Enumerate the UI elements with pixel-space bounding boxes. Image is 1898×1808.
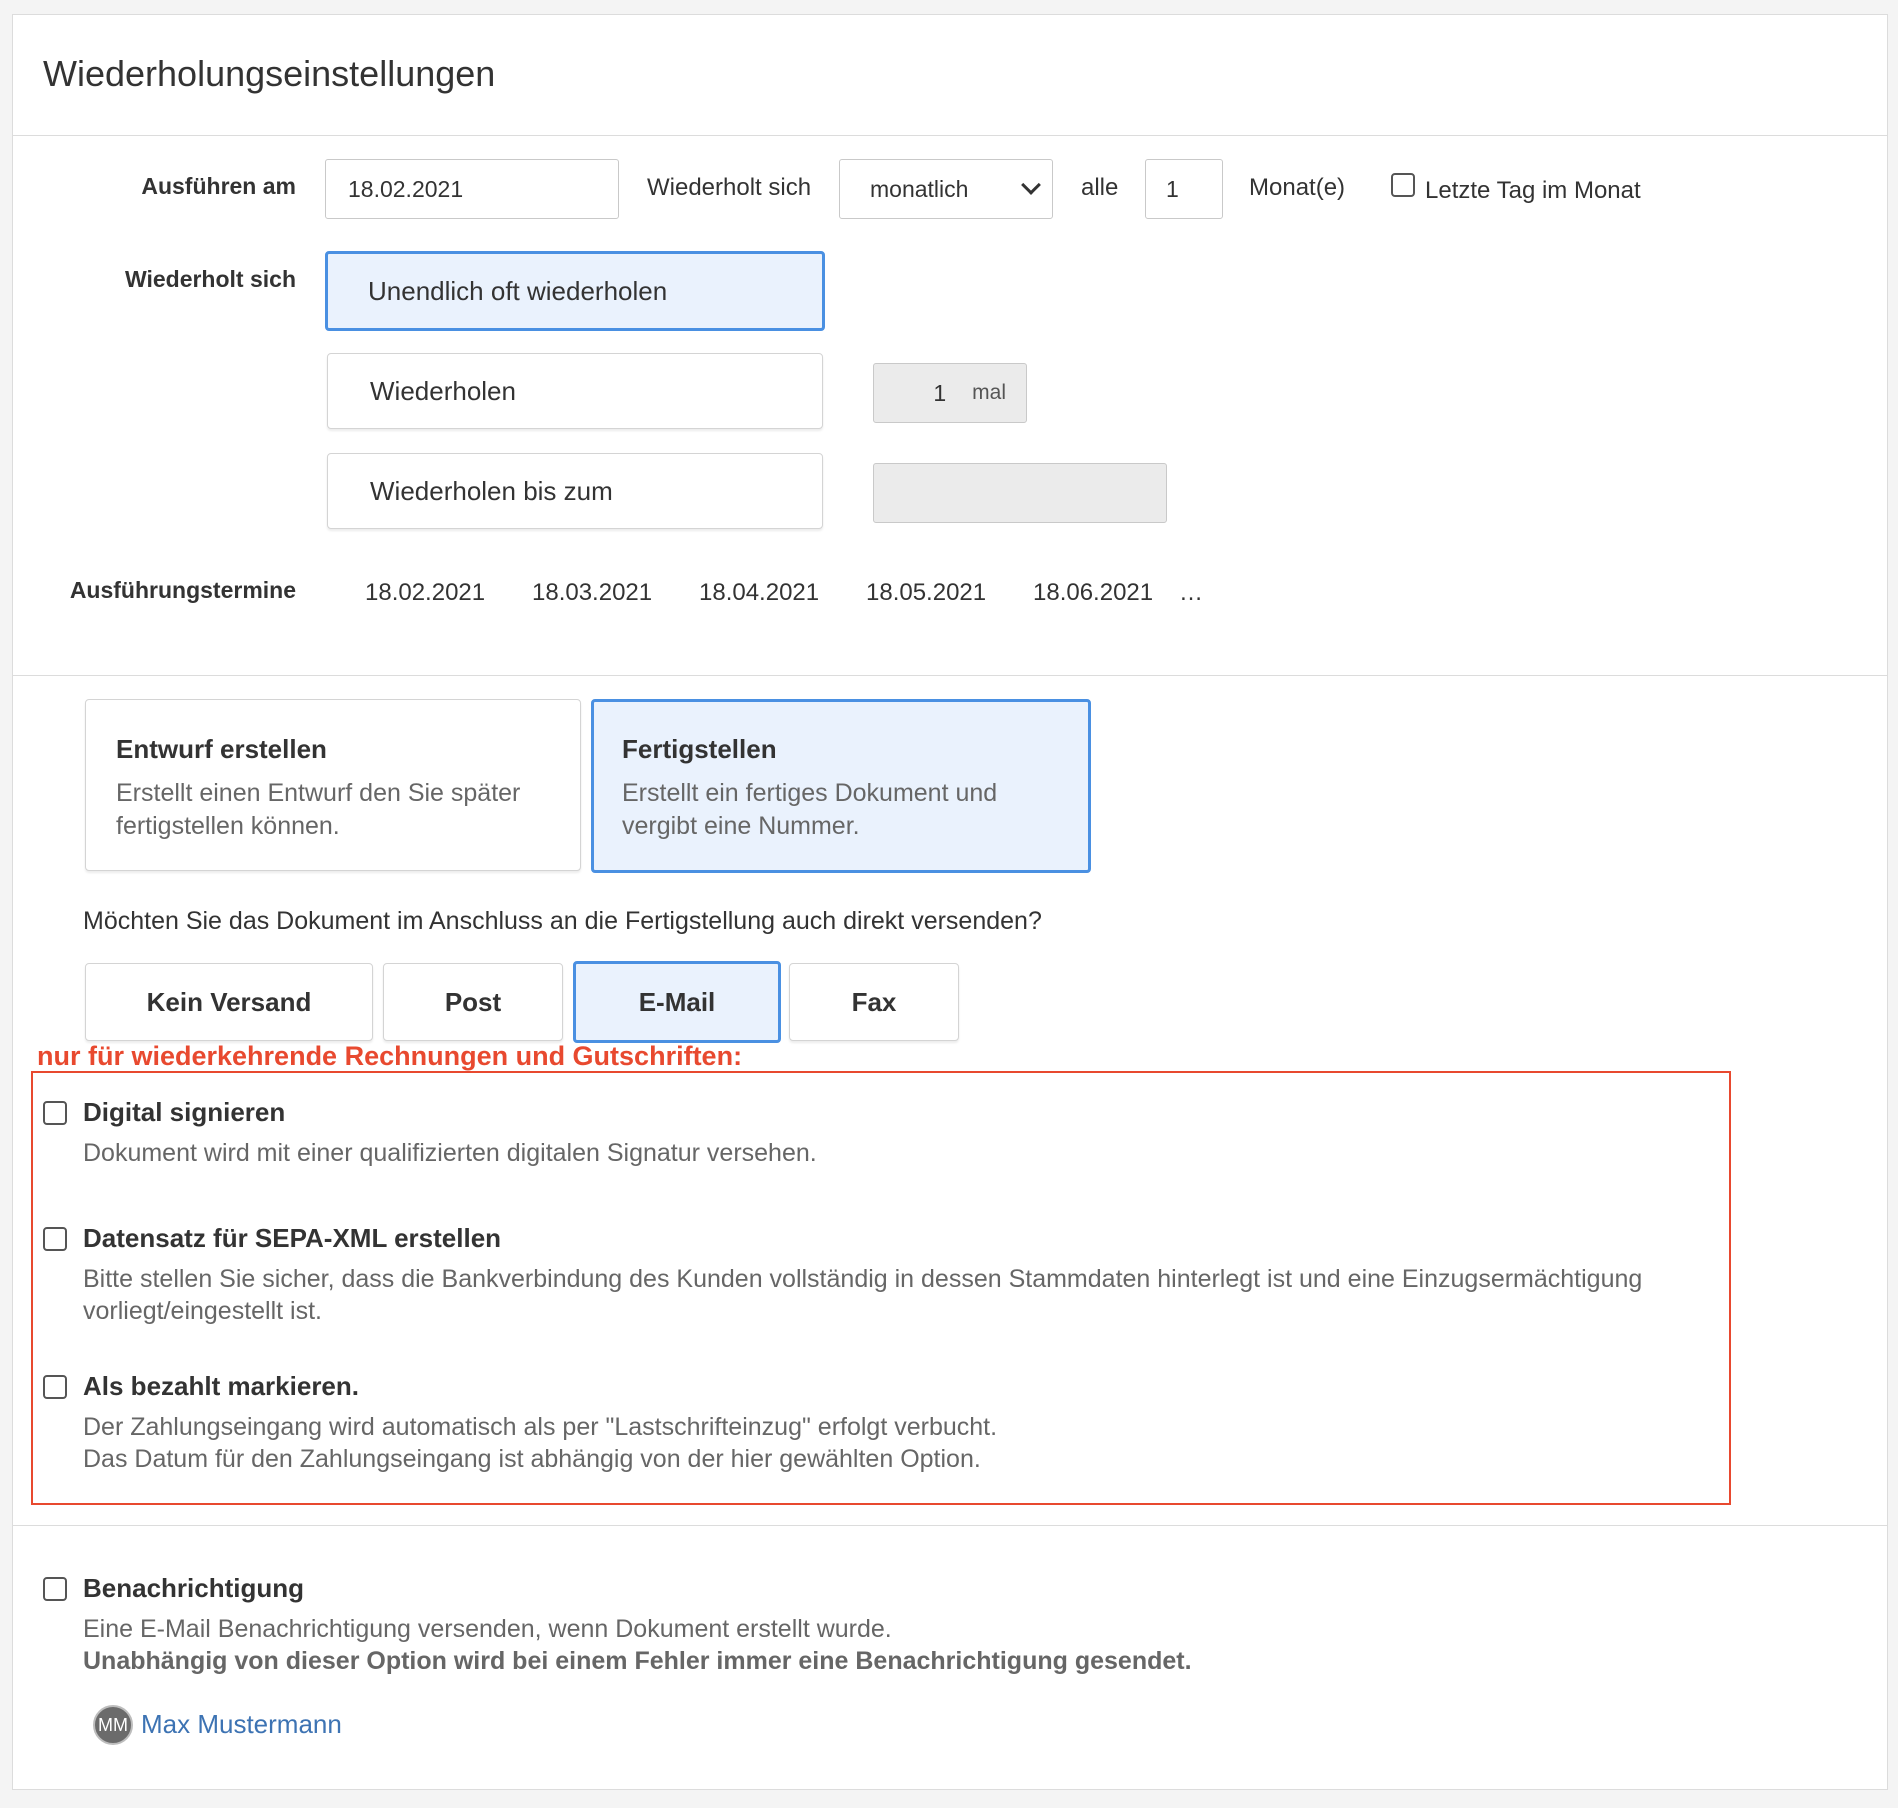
draft-description: Erstellt einen Entwurf den Sie später fe… (116, 779, 521, 840)
frequency-select[interactable]: monatlich (839, 159, 1053, 219)
shipping-none-button[interactable]: Kein Versand (85, 963, 373, 1041)
panel-title: Wiederholungseinstellungen (43, 53, 496, 94)
repeat-infinite-label: Unendlich oft wiederholen (368, 275, 668, 306)
repeat-infinite-option[interactable]: Unendlich oft wiederholen (325, 251, 825, 331)
chevron-down-icon (1021, 175, 1041, 195)
divider (13, 135, 1887, 136)
last-day-checkbox[interactable] (1391, 173, 1415, 197)
schedule-date: 18.02.2021 (365, 579, 486, 606)
repeat-until-label: Wiederholen bis zum (370, 475, 613, 506)
sign-checkbox[interactable] (43, 1101, 67, 1125)
schedule-date: 18.04.2021 (699, 579, 820, 606)
schedule-label: Ausführungstermine (69, 577, 296, 603)
finalize-title: Fertigstellen (622, 734, 777, 764)
avatar: MM (93, 1705, 133, 1745)
sign-title: Digital signieren (83, 1097, 286, 1127)
divider (13, 675, 1887, 676)
recurring-note: nur für wiederkehrende Rechnungen und Gu… (37, 1041, 743, 1071)
repeat-until-date-input[interactable] (873, 463, 1167, 523)
shipping-post-button[interactable]: Post (383, 963, 563, 1041)
last-day-label: Letzte Tag im Monat (1425, 177, 1641, 204)
schedule-more: … (1179, 579, 1203, 606)
notification-title: Benachrichtigung (83, 1573, 305, 1603)
divider (13, 1525, 1887, 1526)
repeat-count-value: 1 (933, 379, 947, 406)
every-input[interactable]: 1 (1145, 159, 1223, 219)
repeat-mode-label: Wiederholt sich (124, 266, 296, 292)
notification-warning: Unabhängig von dieser Option wird bei ei… (83, 1647, 1192, 1675)
shipping-email-button[interactable]: E-Mail (573, 961, 781, 1043)
sepa-checkbox[interactable] (43, 1227, 67, 1251)
execute-date-input[interactable]: 18.02.2021 (325, 159, 619, 219)
sepa-description-line1: Bitte stellen Sie sicher, dass die Bankv… (83, 1265, 1643, 1293)
shipping-question: Möchten Sie das Dokument im Anschluss an… (83, 907, 1042, 935)
schedule-date: 18.06.2021 (1033, 579, 1154, 606)
schedule-date: 18.03.2021 (532, 579, 653, 606)
repeat-count-label: Wiederholen (370, 375, 516, 406)
paid-description-line1: Der Zahlungseingang wird automatisch als… (83, 1413, 998, 1441)
paid-checkbox[interactable] (43, 1375, 67, 1399)
draft-card[interactable]: Entwurf erstellen Erstellt einen Entwurf… (85, 699, 581, 871)
finalize-description: Erstellt ein fertiges Dokument und vergi… (622, 779, 998, 840)
repeat-count-input[interactable]: 1 mal (873, 363, 1027, 423)
repeats-label: Wiederholt sich (647, 174, 812, 201)
shipping-fax-button[interactable]: Fax (789, 963, 959, 1041)
every-label: alle (1081, 174, 1119, 201)
repeat-count-unit: mal (972, 381, 1006, 404)
finalize-card[interactable]: Fertigstellen Erstellt ein fertiges Doku… (591, 699, 1091, 873)
unit-label: Monat(e) (1249, 174, 1346, 201)
sign-description: Dokument wird mit einer qualifizierten d… (83, 1139, 817, 1167)
draft-title: Entwurf erstellen (116, 734, 327, 764)
user-link[interactable]: Max Mustermann (141, 1709, 342, 1740)
sepa-description-line2: vorliegt/eingestellt ist. (83, 1297, 323, 1325)
recurrence-settings-panel: Wiederholungseinstellungen Ausführen am … (12, 14, 1888, 1790)
paid-description-line2: Das Datum für den Zahlungseingang ist ab… (83, 1445, 981, 1473)
frequency-value: monatlich (870, 175, 969, 202)
notification-description: Eine E-Mail Benachrichtigung versenden, … (83, 1615, 892, 1643)
schedule-date: 18.05.2021 (866, 579, 987, 606)
execute-date-label: Ausführen am (141, 173, 296, 199)
notification-checkbox[interactable] (43, 1577, 67, 1601)
paid-title: Als bezahlt markieren. (83, 1371, 359, 1401)
repeat-until-option[interactable]: Wiederholen bis zum (327, 453, 823, 529)
sepa-title: Datensatz für SEPA-XML erstellen (83, 1223, 502, 1253)
repeat-count-option[interactable]: Wiederholen (327, 353, 823, 429)
